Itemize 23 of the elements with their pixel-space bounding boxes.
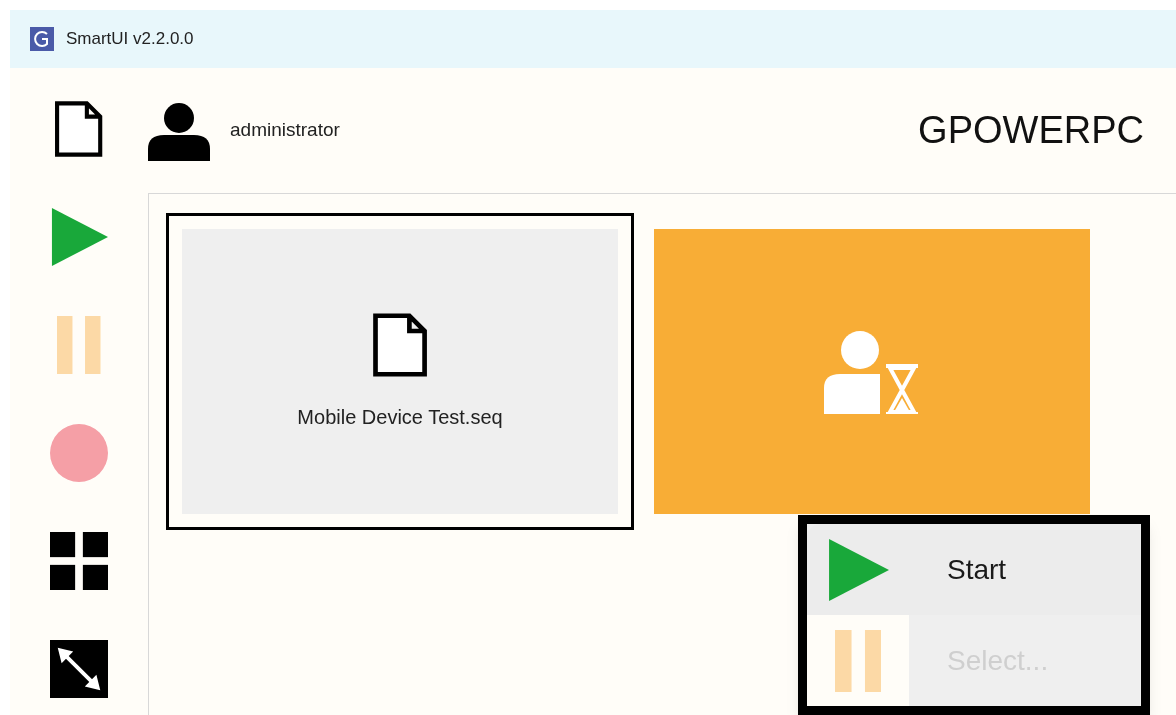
pause-icon <box>57 316 101 374</box>
machine-name: GPOWERPC <box>918 108 1144 153</box>
waiting-user-tile[interactable] <box>654 229 1090 514</box>
menu-item[interactable]: Start <box>807 524 1141 615</box>
grid-icon <box>50 532 108 590</box>
file-tile[interactable]: Mobile Device Test.seq <box>182 229 618 514</box>
user-icon <box>148 100 210 161</box>
sidebar-play-button[interactable] <box>50 208 108 266</box>
user-hourglass-icon <box>824 329 920 414</box>
sidebar-new-button[interactable] <box>54 100 104 158</box>
document-icon <box>54 100 104 158</box>
window-title: SmartUI v2.2.0.0 <box>66 28 194 51</box>
pause-icon <box>834 629 882 692</box>
play-icon <box>827 538 889 601</box>
resize-icon <box>50 640 108 698</box>
document-icon <box>371 311 429 378</box>
record-icon <box>50 424 108 482</box>
app-logo-icon <box>30 27 54 51</box>
sidebar-resize-button[interactable] <box>50 640 108 698</box>
sidebar-grid-button[interactable] <box>50 532 108 590</box>
user-name: administrator <box>230 118 340 143</box>
file-name: Mobile Device Test.seq <box>297 404 503 430</box>
play-icon <box>50 208 108 266</box>
